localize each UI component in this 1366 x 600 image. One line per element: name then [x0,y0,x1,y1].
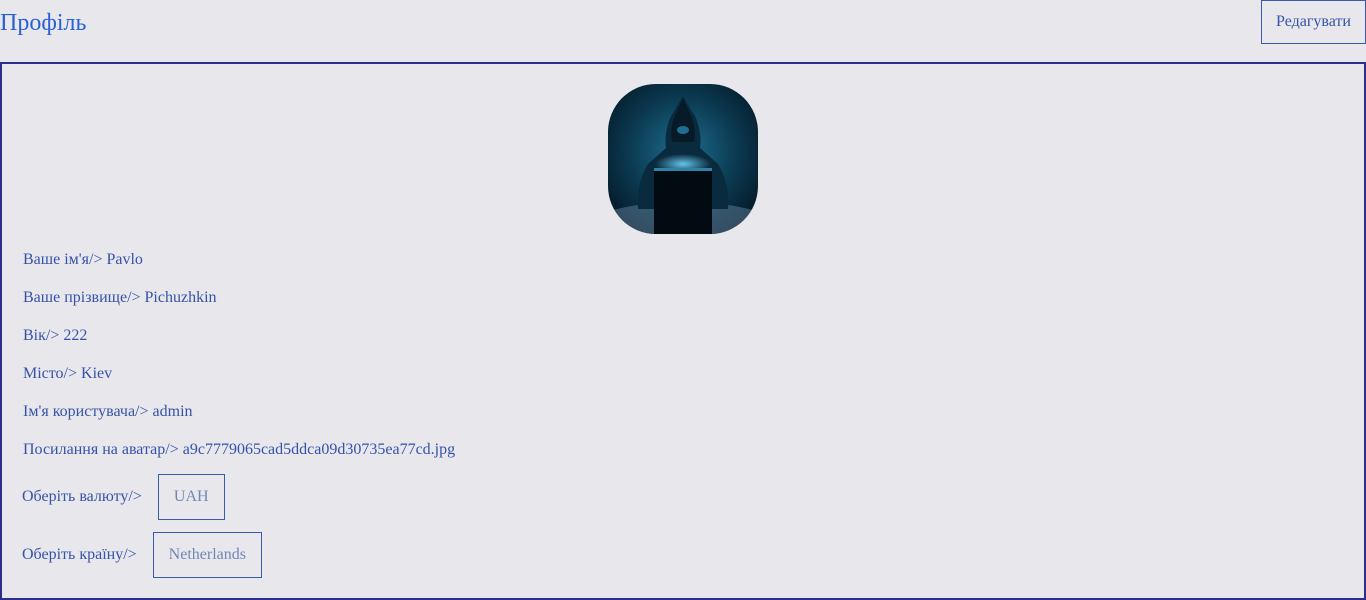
edit-button[interactable]: Редагувати [1261,0,1366,44]
field-label: Ваше прізвище/> [23,289,141,306]
country-row: Оберіть країну/> Netherlands [22,532,262,578]
profile-card: Ваше ім'я/> Pavlo Ваше прізвище/> Pichuz… [0,62,1366,600]
country-select[interactable]: Netherlands [152,532,262,578]
field-label: Місто/> [23,365,78,382]
field-value: admin [152,403,193,420]
field-age: Вік/> 222 [23,326,87,346]
currency-row: Оберіть валюту/> UAH [22,474,225,520]
hacker-avatar-icon [608,84,758,234]
avatar [608,84,758,234]
field-label: Посилання на аватар/> [23,441,179,458]
currency-label: Оберіть валюту/> [22,488,142,505]
field-username: Ім'я користувача/> admin [23,402,193,422]
field-label: Ім'я користувача/> [23,403,149,420]
field-first-name: Ваше ім'я/> Pavlo [23,250,143,270]
field-value: Pavlo [106,251,143,268]
field-label: Ваше ім'я/> [23,251,103,268]
country-label: Оберіть країну/> [22,546,137,563]
field-value: Kiev [81,365,113,382]
field-value: 222 [63,327,88,344]
field-label: Вік/> [23,327,60,344]
field-avatar-link: Посилання на аватар/> a9c7779065cad5ddca… [23,440,455,460]
field-value: a9c7779065cad5ddca09d30735ea77cd.jpg [182,441,456,458]
currency-select[interactable]: UAH [157,474,225,520]
topbar: Профіль Редагувати [0,0,1366,62]
field-last-name: Ваше прізвище/> Pichuzhkin [23,288,217,308]
field-city: Місто/> Kiev [23,364,112,384]
field-value: Pichuzhkin [144,289,217,306]
page-title: Профіль [0,10,87,36]
